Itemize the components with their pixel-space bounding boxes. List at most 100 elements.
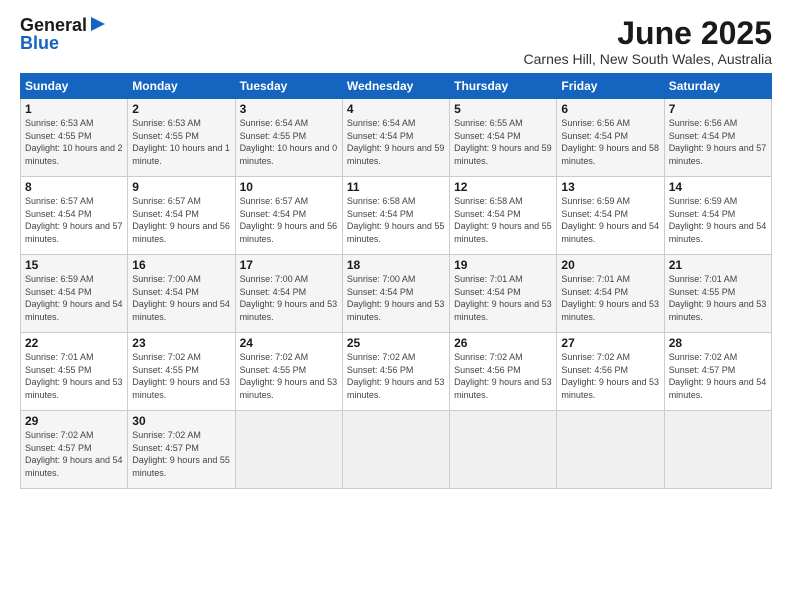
logo-blue-text: Blue	[20, 34, 59, 52]
day-info: Sunrise: 6:56 AMSunset: 4:54 PMDaylight:…	[669, 118, 767, 166]
day-number: 21	[669, 258, 767, 272]
day-info: Sunrise: 7:00 AMSunset: 4:54 PMDaylight:…	[240, 274, 338, 322]
day-info: Sunrise: 6:53 AMSunset: 4:55 PMDaylight:…	[132, 118, 230, 166]
day-info: Sunrise: 6:53 AMSunset: 4:55 PMDaylight:…	[25, 118, 123, 166]
day-info: Sunrise: 7:00 AMSunset: 4:54 PMDaylight:…	[132, 274, 230, 322]
day-info: Sunrise: 6:59 AMSunset: 4:54 PMDaylight:…	[561, 196, 659, 244]
day-number: 13	[561, 180, 659, 194]
col-friday: Friday	[557, 74, 664, 99]
day-number: 19	[454, 258, 552, 272]
day-info: Sunrise: 6:54 AMSunset: 4:54 PMDaylight:…	[347, 118, 445, 166]
table-cell: 22 Sunrise: 7:01 AMSunset: 4:55 PMDaylig…	[21, 333, 128, 411]
table-cell: 3 Sunrise: 6:54 AMSunset: 4:55 PMDayligh…	[235, 99, 342, 177]
table-cell	[664, 411, 771, 489]
day-info: Sunrise: 7:02 AMSunset: 4:57 PMDaylight:…	[25, 430, 123, 478]
table-cell: 9 Sunrise: 6:57 AMSunset: 4:54 PMDayligh…	[128, 177, 235, 255]
day-number: 30	[132, 414, 230, 428]
day-number: 17	[240, 258, 338, 272]
month-title: June 2025	[524, 16, 772, 51]
col-monday: Monday	[128, 74, 235, 99]
day-number: 7	[669, 102, 767, 116]
day-number: 9	[132, 180, 230, 194]
table-cell: 10 Sunrise: 6:57 AMSunset: 4:54 PMDaylig…	[235, 177, 342, 255]
day-number: 12	[454, 180, 552, 194]
day-number: 20	[561, 258, 659, 272]
day-info: Sunrise: 6:54 AMSunset: 4:55 PMDaylight:…	[240, 118, 338, 166]
day-info: Sunrise: 7:00 AMSunset: 4:54 PMDaylight:…	[347, 274, 445, 322]
table-cell: 13 Sunrise: 6:59 AMSunset: 4:54 PMDaylig…	[557, 177, 664, 255]
table-cell: 27 Sunrise: 7:02 AMSunset: 4:56 PMDaylig…	[557, 333, 664, 411]
day-info: Sunrise: 6:59 AMSunset: 4:54 PMDaylight:…	[669, 196, 767, 244]
day-info: Sunrise: 6:55 AMSunset: 4:54 PMDaylight:…	[454, 118, 552, 166]
table-cell: 14 Sunrise: 6:59 AMSunset: 4:54 PMDaylig…	[664, 177, 771, 255]
day-number: 28	[669, 336, 767, 350]
table-cell: 23 Sunrise: 7:02 AMSunset: 4:55 PMDaylig…	[128, 333, 235, 411]
table-cell: 6 Sunrise: 6:56 AMSunset: 4:54 PMDayligh…	[557, 99, 664, 177]
day-info: Sunrise: 7:01 AMSunset: 4:55 PMDaylight:…	[25, 352, 123, 400]
day-number: 8	[25, 180, 123, 194]
day-number: 10	[240, 180, 338, 194]
day-info: Sunrise: 6:57 AMSunset: 4:54 PMDaylight:…	[240, 196, 338, 244]
day-number: 26	[454, 336, 552, 350]
col-sunday: Sunday	[21, 74, 128, 99]
day-info: Sunrise: 7:01 AMSunset: 4:54 PMDaylight:…	[454, 274, 552, 322]
day-info: Sunrise: 7:02 AMSunset: 4:57 PMDaylight:…	[132, 430, 230, 478]
day-number: 25	[347, 336, 445, 350]
table-cell: 25 Sunrise: 7:02 AMSunset: 4:56 PMDaylig…	[342, 333, 449, 411]
day-info: Sunrise: 7:02 AMSunset: 4:57 PMDaylight:…	[669, 352, 767, 400]
table-cell: 21 Sunrise: 7:01 AMSunset: 4:55 PMDaylig…	[664, 255, 771, 333]
table-cell: 2 Sunrise: 6:53 AMSunset: 4:55 PMDayligh…	[128, 99, 235, 177]
day-number: 11	[347, 180, 445, 194]
table-cell: 26 Sunrise: 7:02 AMSunset: 4:56 PMDaylig…	[450, 333, 557, 411]
table-cell: 28 Sunrise: 7:02 AMSunset: 4:57 PMDaylig…	[664, 333, 771, 411]
table-cell	[235, 411, 342, 489]
table-cell: 24 Sunrise: 7:02 AMSunset: 4:55 PMDaylig…	[235, 333, 342, 411]
day-number: 23	[132, 336, 230, 350]
day-number: 5	[454, 102, 552, 116]
day-number: 14	[669, 180, 767, 194]
day-number: 29	[25, 414, 123, 428]
calendar-table: Sunday Monday Tuesday Wednesday Thursday…	[20, 73, 772, 489]
col-tuesday: Tuesday	[235, 74, 342, 99]
table-cell: 17 Sunrise: 7:00 AMSunset: 4:54 PMDaylig…	[235, 255, 342, 333]
table-cell: 15 Sunrise: 6:59 AMSunset: 4:54 PMDaylig…	[21, 255, 128, 333]
calendar-row: 22 Sunrise: 7:01 AMSunset: 4:55 PMDaylig…	[21, 333, 772, 411]
logo-triangle-icon	[89, 15, 107, 33]
day-number: 27	[561, 336, 659, 350]
day-number: 18	[347, 258, 445, 272]
day-info: Sunrise: 7:01 AMSunset: 4:55 PMDaylight:…	[669, 274, 767, 322]
logo: General Blue	[20, 16, 107, 52]
day-info: Sunrise: 6:58 AMSunset: 4:54 PMDaylight:…	[454, 196, 552, 244]
day-info: Sunrise: 6:58 AMSunset: 4:54 PMDaylight:…	[347, 196, 445, 244]
table-cell: 20 Sunrise: 7:01 AMSunset: 4:54 PMDaylig…	[557, 255, 664, 333]
col-saturday: Saturday	[664, 74, 771, 99]
day-info: Sunrise: 6:57 AMSunset: 4:54 PMDaylight:…	[132, 196, 230, 244]
table-cell	[557, 411, 664, 489]
table-cell	[450, 411, 557, 489]
day-number: 1	[25, 102, 123, 116]
calendar-row: 8 Sunrise: 6:57 AMSunset: 4:54 PMDayligh…	[21, 177, 772, 255]
location-title: Carnes Hill, New South Wales, Australia	[524, 51, 772, 67]
table-cell: 30 Sunrise: 7:02 AMSunset: 4:57 PMDaylig…	[128, 411, 235, 489]
day-info: Sunrise: 6:57 AMSunset: 4:54 PMDaylight:…	[25, 196, 123, 244]
table-cell	[342, 411, 449, 489]
table-cell: 7 Sunrise: 6:56 AMSunset: 4:54 PMDayligh…	[664, 99, 771, 177]
calendar-row: 15 Sunrise: 6:59 AMSunset: 4:54 PMDaylig…	[21, 255, 772, 333]
table-cell: 18 Sunrise: 7:00 AMSunset: 4:54 PMDaylig…	[342, 255, 449, 333]
day-number: 15	[25, 258, 123, 272]
table-cell: 1 Sunrise: 6:53 AMSunset: 4:55 PMDayligh…	[21, 99, 128, 177]
day-info: Sunrise: 6:59 AMSunset: 4:54 PMDaylight:…	[25, 274, 123, 322]
day-info: Sunrise: 7:01 AMSunset: 4:54 PMDaylight:…	[561, 274, 659, 322]
day-number: 6	[561, 102, 659, 116]
day-number: 24	[240, 336, 338, 350]
day-info: Sunrise: 7:02 AMSunset: 4:56 PMDaylight:…	[561, 352, 659, 400]
table-cell: 4 Sunrise: 6:54 AMSunset: 4:54 PMDayligh…	[342, 99, 449, 177]
table-cell: 16 Sunrise: 7:00 AMSunset: 4:54 PMDaylig…	[128, 255, 235, 333]
table-cell: 5 Sunrise: 6:55 AMSunset: 4:54 PMDayligh…	[450, 99, 557, 177]
day-info: Sunrise: 6:56 AMSunset: 4:54 PMDaylight:…	[561, 118, 659, 166]
col-thursday: Thursday	[450, 74, 557, 99]
day-number: 2	[132, 102, 230, 116]
header-row: Sunday Monday Tuesday Wednesday Thursday…	[21, 74, 772, 99]
day-info: Sunrise: 7:02 AMSunset: 4:56 PMDaylight:…	[347, 352, 445, 400]
day-number: 3	[240, 102, 338, 116]
